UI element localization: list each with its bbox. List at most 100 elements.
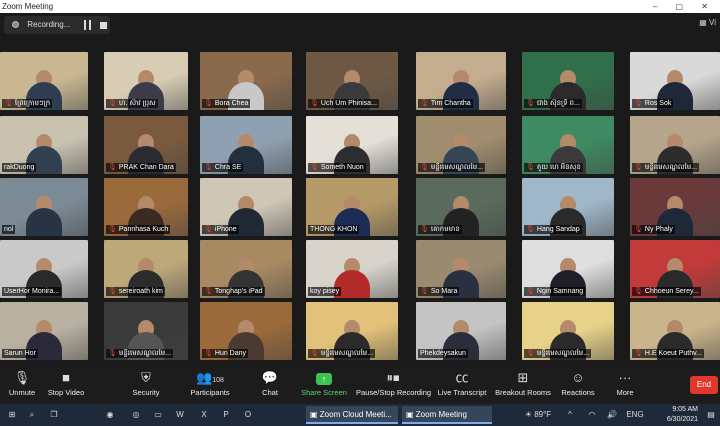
share-screen-button[interactable]: ↑ Share Screen <box>298 366 350 404</box>
office-icon[interactable]: O <box>240 404 256 426</box>
participant-tile[interactable]: koy pisey <box>306 240 398 298</box>
participant-name: Tonghap's iPad <box>214 288 263 295</box>
pause-stop-recording-button[interactable]: ⏸⏹ Pause/Stop Recording <box>356 366 432 404</box>
participant-tile[interactable]: 🎙 Tim Chantha <box>416 52 506 110</box>
participant-tile[interactable]: 🎙 មន្ទីរមេសណ្ឌលមៃ... <box>104 302 188 360</box>
share-arrow-icon: ↑ <box>316 373 332 385</box>
participant-tile[interactable]: 🎙 Hang Sandap <box>522 178 614 236</box>
participant-tile[interactable]: 🎙 Hun Dany <box>200 302 292 360</box>
participant-name-label: rakDuong <box>2 163 37 172</box>
windows-start-icon[interactable]: ⊞ <box>4 404 20 426</box>
tray-chevron-icon[interactable]: ^ <box>562 404 578 426</box>
participant-name: nol <box>4 226 14 233</box>
participant-tile[interactable]: 🎙 Tonghap's iPad <box>200 240 292 298</box>
window-controls[interactable]: – ▢ ✕ <box>653 0 716 13</box>
chat-button[interactable]: 💬 Chat <box>252 366 288 404</box>
mic-muted-icon: 🎙 <box>310 164 319 171</box>
participant-name-label: 🎙 មន្ទីរមេសណ្ឌលមៃ... <box>418 163 486 172</box>
participant-tile[interactable]: UserHor Monira... <box>0 240 88 298</box>
participant-name-label: 🎙 Tonghap's iPad <box>202 287 265 296</box>
smiley-icon: ☺ <box>571 370 585 385</box>
participant-tile[interactable]: THONG KHON <box>306 178 398 236</box>
participant-name-label: 🎙 Chhoeun Serey... <box>632 287 701 296</box>
mic-muted-icon: 🎙 <box>204 226 213 233</box>
clock-date: 6/30/2021 <box>666 416 698 423</box>
edge-browser-icon[interactable]: ◉ <box>102 404 118 426</box>
windows-taskbar: ⊞ ⌕ ❐ ◉ ◎ ▭ W X P O ▣ Zoom Cloud Meeti..… <box>0 404 720 426</box>
participant-tile[interactable]: 🎙 មន្ទីរមេសណ្ឌលមៃ... <box>522 302 614 360</box>
more-button[interactable]: ··· More <box>608 366 642 404</box>
stop-video-button[interactable]: ■ Stop Video <box>40 366 92 404</box>
participant-tile[interactable]: 🎙 Ny Phaly <box>630 178 720 236</box>
breakout-rooms-button[interactable]: ⊞ Breakout Rooms <box>494 366 552 404</box>
clock[interactable]: 9:05 AM 6/30/2021 <box>667 405 698 425</box>
people-icon: 👥 <box>196 370 213 385</box>
live-transcript-button[interactable]: ㏄ Live Transcript <box>434 366 490 404</box>
taskbar-zoom-meeting[interactable]: ▣ Zoom Meeting <box>402 406 492 424</box>
participant-tile[interactable]: 🎙 Chhoeun Serey... <box>630 240 720 298</box>
participant-name: sereiroath kim <box>118 288 163 295</box>
participant-tile[interactable]: 🎙 So Mara <box>416 240 506 298</box>
participant-tile[interactable]: 🎙 iPhone <box>200 178 292 236</box>
participant-tile[interactable]: 🎙 ហ. ស៊ាវ ប្រុស <box>104 52 188 110</box>
word-icon[interactable]: W <box>172 404 188 426</box>
participant-name-label: 🎙 sereiroath kim <box>106 287 165 296</box>
participant-tile[interactable]: nol <box>0 178 88 236</box>
participant-tile[interactable]: Sarun Hor <box>0 302 88 360</box>
input-language[interactable]: ENG <box>622 404 648 426</box>
more-label: More <box>616 388 634 397</box>
participant-name: Sarun Hor <box>4 350 36 357</box>
zoom-icon: ▣ <box>406 410 416 419</box>
taskbar-app2-label: Zoom Meeting <box>415 410 467 419</box>
security-button[interactable]: ⛨ Security <box>124 366 168 404</box>
taskbar-zoom-cloud-meetings[interactable]: ▣ Zoom Cloud Meeti... <box>306 406 398 424</box>
excel-icon[interactable]: X <box>196 404 212 426</box>
participant-tile[interactable]: 🎙 ព្រែក្រោមៗក្រ <box>0 52 88 110</box>
powerpoint-icon[interactable]: P <box>218 404 234 426</box>
reactions-button[interactable]: ☺ Reactions <box>558 366 598 404</box>
participant-tile[interactable]: 🎙 គោកមមាន <box>416 178 506 236</box>
participants-button[interactable]: 👥108 Participants <box>186 366 234 404</box>
participant-tile[interactable]: 🎙 PRAK Chan Dara <box>104 116 188 174</box>
wifi-icon[interactable]: ◠ <box>584 404 600 426</box>
participant-tile[interactable]: Phekdeysakun <box>416 302 506 360</box>
weather-widget[interactable]: ☀ 89°F <box>520 404 556 426</box>
participant-tile[interactable]: 🎙 មន្ទីរមេសណ្ឌលមៃ... <box>630 116 720 174</box>
participant-tile[interactable]: 🎙 Chra SE <box>200 116 292 174</box>
mic-muted-icon: 🎙 <box>108 100 117 107</box>
pause-recording-icon[interactable] <box>84 20 91 30</box>
participant-name: Tim Chantha <box>430 100 471 107</box>
participant-tile[interactable]: 🎙 Ngin Samnang <box>522 240 614 298</box>
unmute-label: Unmute <box>8 388 36 397</box>
participant-tile[interactable]: 🎙 Uch Um Phinisa... <box>306 52 398 110</box>
participant-tile[interactable]: 🎙 Someth Nuon <box>306 116 398 174</box>
participant-name: Hang Sandap <box>536 226 580 233</box>
window-titlebar: Zoom Meeting – ▢ ✕ <box>0 0 720 13</box>
participant-tile[interactable]: 🎙 ជាង ស៊ុនទ្រី ព... <box>522 52 614 110</box>
file-explorer-icon[interactable]: ▭ <box>150 404 166 426</box>
mic-muted-icon: 🎙 <box>634 100 643 107</box>
participant-name-label: 🎙 Chra SE <box>202 163 244 172</box>
participant-tile[interactable]: 🎙 sereiroath kim <box>104 240 188 298</box>
search-icon[interactable]: ⌕ <box>24 404 40 426</box>
participant-tile[interactable]: 🎙 មន្ទីរមេសណ្ឌលមៃ... <box>416 116 506 174</box>
volume-icon[interactable]: 🔊 <box>604 404 620 426</box>
stop-recording-icon[interactable] <box>100 22 107 29</box>
recording-button-label: Pause/Stop Recording <box>356 388 432 397</box>
view-button[interactable]: ▦ Vi <box>699 18 716 27</box>
unmute-button[interactable]: 🎙 Unmute <box>0 366 44 404</box>
participant-tile[interactable]: 🎙 គួយ ហេ អ៊ីនសុខ <box>522 116 614 174</box>
chrome-icon[interactable]: ◎ <box>128 404 144 426</box>
participant-body <box>26 208 62 236</box>
task-view-icon[interactable]: ❐ <box>46 404 62 426</box>
end-meeting-button[interactable]: End <box>690 376 718 394</box>
participant-tile[interactable]: 🎙 Bora Chea <box>200 52 292 110</box>
participant-tile[interactable]: 🎙 មន្ទីរមេសណ្ឌលមៃ... <box>306 302 398 360</box>
notifications-icon[interactable]: ▤ <box>704 404 718 426</box>
mic-muted-icon: 🎙 <box>526 226 535 233</box>
participant-tile[interactable]: 🎙 Ros Sok <box>630 52 720 110</box>
participant-tile[interactable]: 🎙 Pannhasa Kuch <box>104 178 188 236</box>
participant-tile[interactable]: rakDuong <box>0 116 88 174</box>
mic-muted-icon: 🎙 <box>204 164 213 171</box>
participant-tile[interactable]: 🎙 H.E Koeut Puthv... <box>630 302 720 360</box>
